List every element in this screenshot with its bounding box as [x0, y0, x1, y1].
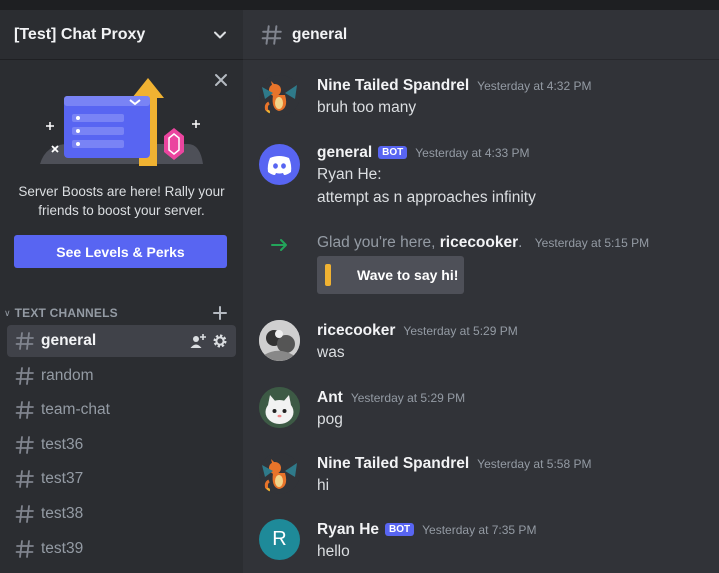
- window-top-strip: [0, 0, 719, 10]
- message-timestamp: Yesterday at 5:15 PM: [534, 236, 650, 250]
- wave-button[interactable]: Wave to say hi!: [317, 256, 464, 294]
- category-label: TEXT CHANNELS: [14, 306, 118, 320]
- avatar-cat[interactable]: [259, 387, 300, 428]
- channel-list: general random team-chat test36 test37 t…: [7, 325, 236, 567]
- hash-icon: [261, 24, 283, 46]
- channel-name: general: [41, 332, 97, 349]
- message-timestamp: Yesterday at 5:58 PM: [477, 457, 592, 471]
- chat-main: general Nine Tailed Spandrel Yesterday a…: [243, 10, 719, 573]
- message-author[interactable]: Nine Tailed Spandrel: [317, 455, 469, 473]
- channel-name: test36: [41, 435, 84, 453]
- wave-label: Wave to say hi!: [357, 267, 459, 283]
- see-levels-perks-button[interactable]: See Levels & Perks: [14, 235, 227, 268]
- message-timestamp: Yesterday at 5:29 PM: [350, 391, 466, 405]
- message-text: pog: [317, 411, 343, 428]
- join-message: Glad you're here, ricecooker. Yesterday …: [243, 230, 719, 310]
- message-text: bruh too many: [317, 99, 417, 116]
- message-timestamp: Yesterday at 4:33 PM: [415, 146, 530, 160]
- channel-name: random: [41, 366, 94, 384]
- bot-tag: BOT: [385, 523, 415, 536]
- join-suffix: .: [518, 234, 523, 251]
- channel-team-chat[interactable]: team-chat: [7, 394, 236, 426]
- channel-title: general: [292, 25, 348, 43]
- join-prefix: Glad you're here,: [317, 234, 436, 251]
- hash-icon: [15, 435, 35, 455]
- boost-illustration: [38, 74, 208, 174]
- message-text: hello: [317, 543, 350, 560]
- message: Nine Tailed Spandrel Yesterday at 4:32 P…: [243, 65, 719, 125]
- hash-icon: [15, 469, 35, 489]
- hash-icon: [15, 504, 35, 524]
- message-timestamp: Yesterday at 5:29 PM: [403, 324, 518, 338]
- channel-header: general: [243, 10, 719, 60]
- channel-sidebar: [Test] Chat Proxy Server Boosts are here…: [0, 10, 243, 573]
- message-author[interactable]: ricecooker: [317, 322, 395, 340]
- join-text: Glad you're here, ricecooker. Yesterday …: [317, 234, 649, 252]
- avatar-dragon[interactable]: [259, 453, 300, 494]
- message-author[interactable]: Ant: [317, 389, 343, 407]
- category-text-channels[interactable]: ∨ TEXT CHANNELS: [0, 302, 243, 324]
- create-channel-plus-icon[interactable]: [213, 306, 227, 320]
- message-text: hi: [317, 477, 330, 494]
- avatar-letter-text: R: [272, 528, 287, 550]
- channel-test39[interactable]: test39: [7, 533, 236, 565]
- bot-tag: BOT: [378, 146, 408, 159]
- message: general BOT Yesterday at 4:33 PM Ryan He…: [243, 138, 719, 218]
- message-text: attempt as n approaches infinity: [317, 189, 536, 206]
- channel-name: test39: [41, 539, 84, 557]
- hash-icon: [15, 539, 35, 559]
- channel-name: test38: [41, 504, 84, 522]
- server-boost-card: Server Boosts are here! Rally your frien…: [0, 60, 243, 280]
- message-timestamp: Yesterday at 4:32 PM: [477, 79, 592, 93]
- message: Nine Tailed Spandrel Yesterday at 5:58 P…: [243, 448, 719, 508]
- avatar-dragon[interactable]: [259, 75, 300, 116]
- channel-general[interactable]: general: [7, 325, 236, 357]
- message-text: Ryan He:: [317, 166, 382, 183]
- hash-icon: [15, 400, 35, 420]
- message-author[interactable]: Nine Tailed Spandrel: [317, 77, 469, 95]
- message-text: was: [317, 344, 345, 361]
- server-name: [Test] Chat Proxy: [14, 25, 146, 43]
- boost-description: Server Boosts are here! Rally your frien…: [18, 184, 225, 218]
- wave-sticker-icon: [325, 264, 331, 286]
- close-icon[interactable]: [213, 72, 229, 88]
- invite-user-icon[interactable]: [190, 333, 206, 349]
- channel-random[interactable]: random: [7, 360, 236, 392]
- message: Ant Yesterday at 5:29 PM pog: [243, 382, 719, 442]
- message: ricecooker Yesterday at 5:29 PM was: [243, 315, 719, 375]
- avatar-letter[interactable]: R: [259, 519, 300, 560]
- channel-name: team-chat: [41, 401, 110, 419]
- avatar-discord[interactable]: [259, 144, 300, 185]
- message: R Ryan He BOT Yesterday at 7:35 PM hello: [243, 514, 719, 573]
- join-arrow-icon: [271, 238, 289, 252]
- channel-name: test37: [41, 470, 84, 488]
- gear-icon[interactable]: [212, 333, 228, 349]
- channel-test38[interactable]: test38: [7, 498, 236, 530]
- join-username[interactable]: ricecooker: [440, 234, 518, 251]
- message-author[interactable]: general: [317, 144, 372, 162]
- chevron-down-icon[interactable]: [213, 28, 227, 42]
- channel-test37[interactable]: test37: [7, 463, 236, 495]
- caret-down-icon: ∨: [4, 307, 11, 318]
- hash-icon: [15, 331, 35, 351]
- channel-test36[interactable]: test36: [7, 429, 236, 461]
- hash-icon: [15, 366, 35, 386]
- avatar-photo[interactable]: [259, 320, 300, 361]
- message-timestamp: Yesterday at 7:35 PM: [422, 523, 537, 537]
- message-author[interactable]: Ryan He: [317, 521, 379, 539]
- server-header[interactable]: [Test] Chat Proxy: [0, 10, 243, 60]
